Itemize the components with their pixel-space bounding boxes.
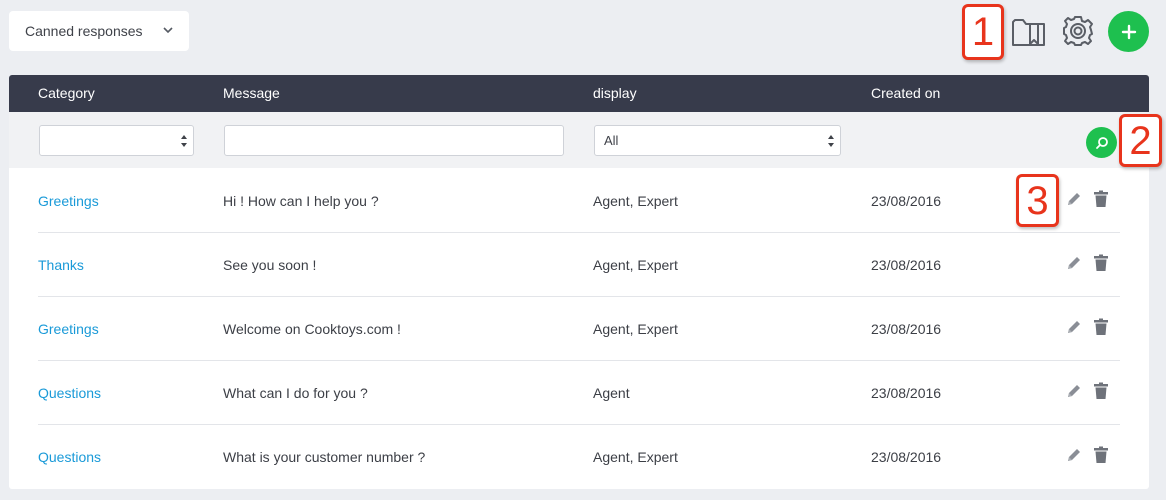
- annotation-marker-2: 2: [1119, 114, 1162, 167]
- message-cell: See you soon !: [223, 257, 317, 273]
- display-cell: Agent, Expert: [593, 321, 678, 337]
- display-cell: Agent, Expert: [593, 193, 678, 209]
- table-row: Greetings Welcome on Cooktoys.com ! Agen…: [9, 297, 1149, 361]
- display-cell: Agent, Expert: [593, 449, 678, 465]
- pencil-icon[interactable]: [1065, 254, 1083, 272]
- view-selector-label: Canned responses: [25, 23, 143, 39]
- chevron-down-icon: [163, 27, 173, 34]
- column-header-display: display: [593, 85, 637, 101]
- table-row: Questions What can I do for you ? Agent …: [9, 361, 1149, 425]
- display-cell: Agent: [593, 385, 630, 401]
- add-response-button[interactable]: [1108, 11, 1149, 52]
- category-link[interactable]: Greetings: [38, 193, 99, 209]
- table-row: Greetings Hi ! How can I help you ? Agen…: [9, 169, 1149, 233]
- trash-icon[interactable]: [1093, 446, 1109, 464]
- plus-icon: [1121, 24, 1136, 39]
- message-cell: Hi ! How can I help you ?: [223, 193, 379, 209]
- column-header-message: Message: [223, 85, 280, 101]
- select-arrows-icon: [181, 135, 187, 147]
- display-filter-value: All: [604, 133, 619, 148]
- trash-icon[interactable]: [1093, 190, 1109, 208]
- search-icon: [1095, 136, 1108, 149]
- filter-row: All: [9, 112, 1149, 168]
- view-selector-dropdown[interactable]: Canned responses: [9, 11, 189, 51]
- annotation-marker-3: 3: [1016, 174, 1059, 227]
- message-cell: What can I do for you ?: [223, 385, 368, 401]
- column-header-created-on: Created on: [871, 85, 941, 101]
- pencil-icon[interactable]: [1065, 190, 1083, 208]
- settings-button[interactable]: [1060, 13, 1096, 49]
- table-row: Questions What is your customer number ?…: [9, 425, 1149, 489]
- created-on-cell: 23/08/2016: [871, 321, 942, 337]
- table-header: Category Message display Created on: [9, 75, 1149, 112]
- column-header-category: Category: [38, 85, 95, 101]
- folder-bookmark-icon: [1012, 19, 1045, 46]
- canned-responses-table: Category Message display Created on All: [9, 75, 1149, 489]
- category-link[interactable]: Questions: [38, 449, 101, 465]
- search-button[interactable]: [1086, 127, 1117, 158]
- display-cell: Agent, Expert: [593, 257, 678, 273]
- created-on-cell: 23/08/2016: [871, 385, 942, 401]
- select-arrows-icon: [828, 135, 834, 147]
- trash-icon[interactable]: [1093, 382, 1109, 400]
- category-link[interactable]: Greetings: [38, 321, 99, 337]
- pencil-icon[interactable]: [1065, 318, 1083, 336]
- trash-icon[interactable]: [1093, 318, 1109, 336]
- pencil-icon[interactable]: [1065, 446, 1083, 464]
- pencil-icon[interactable]: [1065, 382, 1083, 400]
- message-filter-input[interactable]: [224, 125, 564, 156]
- message-cell: What is your customer number ?: [223, 449, 426, 465]
- gear-icon: [1063, 16, 1093, 46]
- created-on-cell: 23/08/2016: [871, 449, 942, 465]
- created-on-cell: 23/08/2016: [871, 257, 942, 273]
- folder-bookmark-button[interactable]: [1010, 14, 1048, 50]
- message-cell: Welcome on Cooktoys.com !: [223, 321, 401, 337]
- annotation-marker-1: 1: [962, 4, 1004, 60]
- table-row: Thanks See you soon ! Agent, Expert 23/0…: [9, 233, 1149, 297]
- display-filter-select[interactable]: All: [594, 125, 841, 156]
- category-link[interactable]: Questions: [38, 385, 101, 401]
- category-link[interactable]: Thanks: [38, 257, 84, 273]
- created-on-cell: 23/08/2016: [871, 193, 942, 209]
- category-filter-select[interactable]: [39, 125, 194, 156]
- trash-icon[interactable]: [1093, 254, 1109, 272]
